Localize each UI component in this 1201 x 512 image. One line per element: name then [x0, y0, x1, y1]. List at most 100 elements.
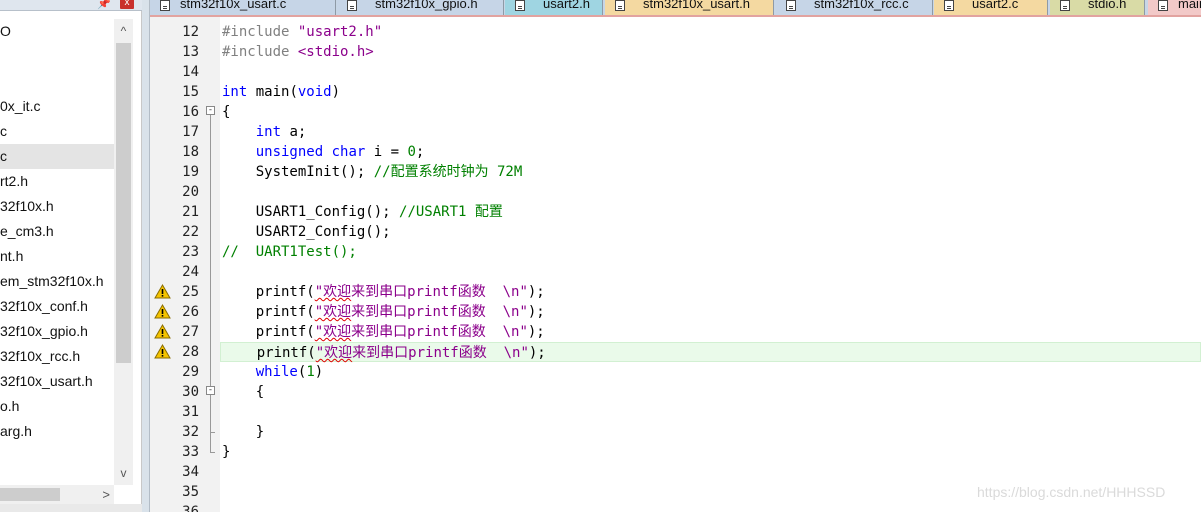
warning-icon[interactable] — [154, 304, 171, 319]
code-text[interactable] — [220, 62, 1201, 82]
code-text[interactable]: #include "usart2.h" — [220, 22, 1201, 42]
file-list-item[interactable]: 32f10x_conf.h — [0, 294, 114, 319]
code-line[interactable]: 16 { — [150, 102, 1201, 122]
code-text[interactable]: printf("欢迎来到串口printf函数 \n"); — [220, 342, 1201, 362]
file-list-item[interactable]: e_cm3.h — [0, 219, 114, 244]
code-text[interactable]: USART1_Config(); //USART1 配置 — [220, 202, 1201, 222]
code-line[interactable]: 36 — [150, 502, 1201, 512]
file-list: O 0x_it.c c c rt2.h 32f10x.h e_cm3.h nt.h em_stm… — [0, 19, 114, 444]
code-text[interactable]: int main(void) — [220, 82, 1201, 102]
code-text[interactable]: unsigned char i = 0; — [220, 142, 1201, 162]
code-line[interactable]: 26 printf("欢迎来到串口printf函数 \n"); — [150, 302, 1201, 322]
code-editor[interactable]: 12 #include "usart2.h" 13 #include <stdio.h… — [150, 17, 1201, 512]
code-text[interactable]: SystemInit(); //配置系统时钟为 72M — [220, 162, 1201, 182]
code-line[interactable]: 22 USART2_Config(); — [150, 222, 1201, 242]
panel-bottom-edge — [0, 504, 142, 512]
file-icon — [944, 0, 954, 11]
line-number: 19 — [182, 164, 199, 180]
code-text[interactable] — [220, 262, 1201, 282]
tab-usart2-h[interactable]: usart2.h — [505, 0, 603, 15]
code-text[interactable]: } — [220, 442, 1201, 462]
code-line[interactable]: 14 — [150, 62, 1201, 82]
code-text[interactable]: int a; — [220, 122, 1201, 142]
code-line[interactable]: 33} — [150, 442, 1201, 462]
file-list-item[interactable]: c — [0, 119, 114, 144]
file-list-item[interactable]: 32f10x_gpio.h — [0, 319, 114, 344]
line-number: 24 — [182, 264, 199, 280]
line-number: 36 — [182, 504, 199, 512]
code-text[interactable]: { — [220, 382, 1201, 402]
code-text[interactable]: USART2_Config(); — [220, 222, 1201, 242]
code-line[interactable]: 17 int a; — [150, 122, 1201, 142]
tab-stm32f10x-rcc-c[interactable]: stm32f10x_rcc.c — [776, 0, 933, 15]
scroll-up-arrow-icon[interactable]: ^ — [114, 19, 133, 43]
horizontal-scrollbar[interactable]: > — [0, 485, 114, 504]
code-line[interactable]: 12 #include "usart2.h" — [150, 22, 1201, 42]
pin-icon[interactable]: 📌 — [97, 0, 111, 10]
tab-stm32f10x-usart-c[interactable]: stm32f10x_usart.c — [150, 0, 336, 15]
file-list-item[interactable]: 0x_it.c — [0, 94, 114, 119]
code-line[interactable]: 15 int main(void) — [150, 82, 1201, 102]
panel-splitter[interactable] — [142, 0, 150, 512]
close-panel-button[interactable]: x — [120, 0, 134, 9]
tab-main-c[interactable]: main.c — [1148, 0, 1201, 15]
code-text[interactable] — [220, 502, 1201, 512]
file-list-item[interactable]: arg.h — [0, 419, 114, 444]
tab-label: usart2.h — [543, 0, 590, 11]
file-list-item[interactable]: rt2.h — [0, 169, 114, 194]
line-number: 15 — [182, 84, 199, 100]
code-line[interactable]: 21 USART1_Config(); //USART1 配置 — [150, 202, 1201, 222]
code-text[interactable] — [220, 182, 1201, 202]
fold-toggle-icon[interactable]: - — [206, 386, 215, 395]
tab-stdio-h[interactable]: stdio.h — [1050, 0, 1145, 15]
code-line[interactable]: 30 { — [150, 382, 1201, 402]
file-list-item[interactable] — [0, 44, 114, 69]
warning-icon[interactable] — [154, 284, 171, 299]
code-line[interactable]: 20 — [150, 182, 1201, 202]
code-line[interactable]: 19 SystemInit(); //配置系统时钟为 72M — [150, 162, 1201, 182]
fold-toggle-icon[interactable]: - — [206, 106, 215, 115]
code-text[interactable]: // UART1Test(); — [220, 242, 1201, 262]
file-list-item[interactable]: 32f10x.h — [0, 194, 114, 219]
code-text[interactable]: { — [220, 102, 1201, 122]
code-text[interactable]: printf("欢迎来到串口printf函数 \n"); — [220, 302, 1201, 322]
code-line[interactable]: 27 printf("欢迎来到串口printf函数 \n"); — [150, 322, 1201, 342]
tab-label: stm32f10x_rcc.c — [814, 0, 909, 11]
code-text[interactable]: printf("欢迎来到串口printf函数 \n"); — [220, 322, 1201, 342]
file-list-item[interactable]: nt.h — [0, 244, 114, 269]
code-line[interactable]: 23 // UART1Test(); — [150, 242, 1201, 262]
code-line[interactable]: 29 while(1) — [150, 362, 1201, 382]
code-text[interactable]: #include <stdio.h> — [220, 42, 1201, 62]
tab-stm32f10x-usart-h[interactable]: stm32f10x_usart.h — [605, 0, 774, 15]
file-list-item[interactable] — [0, 69, 114, 94]
vertical-scrollbar[interactable]: ^ v — [114, 19, 133, 485]
scroll-thumb[interactable] — [116, 43, 131, 363]
file-list-item[interactable]: o.h — [0, 394, 114, 419]
file-list-item[interactable]: em_stm32f10x.h — [0, 269, 114, 294]
scroll-down-arrow-icon[interactable]: v — [114, 461, 133, 485]
warning-icon[interactable] — [154, 344, 171, 359]
code-text[interactable]: while(1) — [220, 362, 1201, 382]
tab-usart2-c[interactable]: usart2.c — [934, 0, 1048, 15]
code-line[interactable]: 32 } — [150, 422, 1201, 442]
file-list-item[interactable]: 32f10x_usart.h — [0, 369, 114, 394]
file-list-item[interactable]: c — [0, 144, 114, 169]
horizontal-scroll-thumb[interactable] — [0, 488, 60, 501]
code-text[interactable] — [220, 462, 1201, 482]
code-text[interactable]: } — [220, 422, 1201, 442]
code-line[interactable]: 34 — [150, 462, 1201, 482]
tab-stm32f10x-gpio-h[interactable]: stm32f10x_gpio.h — [337, 0, 504, 15]
code-line[interactable]: 31 — [150, 402, 1201, 422]
code-text[interactable]: printf("欢迎来到串口printf函数 \n"); — [220, 282, 1201, 302]
scroll-right-arrow-icon[interactable]: > — [102, 485, 110, 504]
code-text[interactable] — [220, 402, 1201, 422]
warning-icon[interactable] — [154, 324, 171, 339]
line-number: 32 — [182, 424, 199, 440]
code-line[interactable]: 24 — [150, 262, 1201, 282]
file-list-item[interactable]: O — [0, 19, 114, 44]
file-list-item[interactable]: 32f10x_rcc.h — [0, 344, 114, 369]
code-line[interactable]: 13 #include <stdio.h> — [150, 42, 1201, 62]
code-line[interactable]: 28 printf("欢迎来到串口printf函数 \n"); — [150, 342, 1201, 362]
code-line[interactable]: 25 printf("欢迎来到串口printf函数 \n"); — [150, 282, 1201, 302]
code-line[interactable]: 18 unsigned char i = 0; — [150, 142, 1201, 162]
